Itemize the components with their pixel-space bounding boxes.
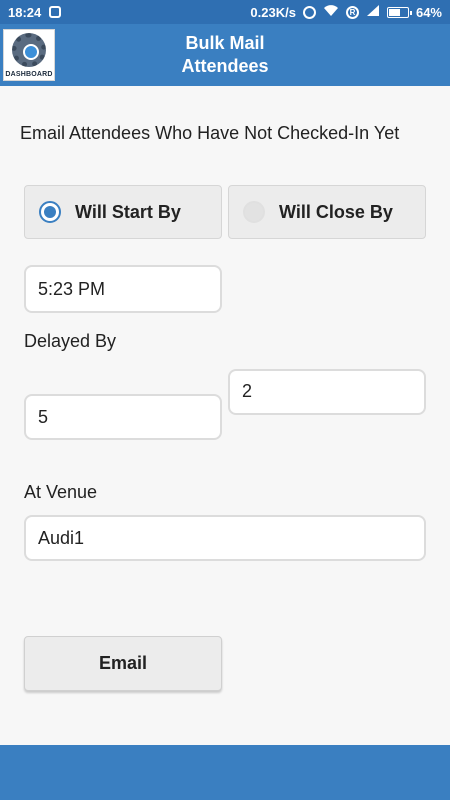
battery-icon — [386, 6, 412, 18]
delay-first-value: 5 — [38, 406, 49, 427]
email-button[interactable]: Email — [24, 636, 222, 691]
delayed-by-label: Delayed By — [24, 331, 117, 351]
wifi-icon — [323, 4, 339, 20]
time-value: 5:23 PM — [38, 278, 106, 299]
notification-icon — [49, 6, 62, 18]
will-close-by-option[interactable]: Will Close By — [228, 185, 426, 239]
app-bar: DASHBOARD Bulk Mail Attendees — [0, 24, 450, 86]
at-venue-label: At Venue — [24, 482, 98, 502]
radio-unselected-icon[interactable] — [243, 201, 265, 223]
delay-second-value: 2 — [242, 381, 253, 401]
venue-field[interactable]: Audi1 — [24, 515, 426, 561]
venue-value: Audi1 — [38, 527, 85, 548]
signal-icon — [366, 4, 380, 20]
page-title-line: Attendees — [181, 56, 269, 76]
instruction-text: Email Attendees Who Have Not Checked-In … — [20, 123, 400, 143]
will-close-by-label: Will Close By — [279, 201, 393, 222]
time-field[interactable]: 5:23 PM — [24, 265, 222, 313]
bottom-bar — [0, 745, 450, 800]
will-start-by-option[interactable]: Will Start By — [24, 185, 222, 239]
battery-percent: 64% — [415, 4, 442, 20]
delay-first-field[interactable]: 5 — [24, 394, 222, 440]
will-start-by-label: Will Start By — [75, 201, 181, 222]
radio-selected-icon[interactable] — [39, 201, 61, 223]
page-title-line: Bulk Mail — [185, 33, 265, 53]
status-time: 18:24 — [8, 4, 42, 20]
status-bar: 18:24 0.23K/s R 64% — [0, 0, 450, 24]
network-speed: 0.23K/s — [250, 4, 296, 20]
page-title: Bulk Mail Attendees — [0, 32, 450, 78]
alarm-icon — [302, 5, 316, 19]
r-badge-icon: R — [345, 5, 359, 19]
delay-second-field[interactable]: 2 — [228, 369, 426, 415]
